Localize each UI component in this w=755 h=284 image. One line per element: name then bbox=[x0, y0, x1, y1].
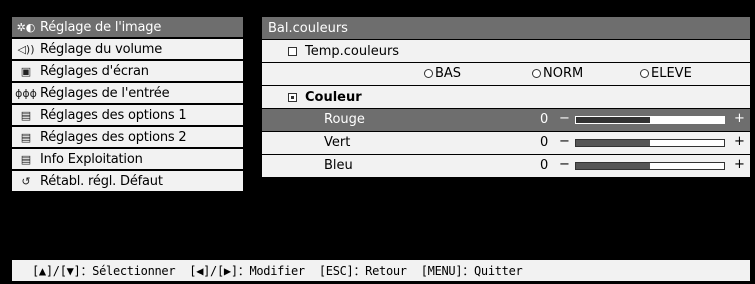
radio-icon bbox=[424, 69, 433, 78]
radio-icon bbox=[532, 69, 541, 78]
radio-option-label: BAS bbox=[435, 66, 462, 81]
options-icon: ▤ bbox=[20, 130, 32, 144]
hint-modify: [◀]/[▶]：Modifier bbox=[189, 264, 305, 278]
slider-row-bleu[interactable]: Bleu 0 − + bbox=[262, 155, 750, 177]
menu-item-input[interactable]: ɸɸɸ Réglages de l'entrée bbox=[12, 83, 243, 103]
color-balance-panel: Bal.couleurs Temp.couleurs BAS NORM ELEV… bbox=[262, 17, 750, 178]
menu-item-reset-defaults[interactable]: ↺ Rétabl. régl. Défaut bbox=[12, 171, 243, 191]
hint-select: [▲]/[▼]：Sélectionner bbox=[32, 264, 176, 278]
input-connectors-icon: ɸɸɸ bbox=[15, 86, 37, 100]
projector-osd-menu: ✲◐ Réglage de l'image ◁)) Réglage du vol… bbox=[0, 0, 755, 284]
menu-item-label: Réglage de l'image bbox=[40, 19, 162, 35]
menu-item-label: Réglages des options 2 bbox=[40, 129, 187, 145]
info-icon: ▤ bbox=[20, 152, 32, 166]
slider-label: Vert bbox=[324, 135, 351, 150]
radio-option-norm[interactable]: NORM bbox=[532, 66, 583, 81]
plus-icon[interactable]: + bbox=[734, 111, 745, 126]
plus-icon[interactable]: + bbox=[734, 157, 745, 172]
slider-label: Bleu bbox=[324, 158, 353, 173]
panel-title: Bal.couleurs bbox=[262, 17, 750, 39]
slider-row-rouge[interactable]: Rouge 0 − + bbox=[262, 109, 750, 131]
radio-option-label: ELEVE bbox=[651, 66, 692, 81]
menu-item-options-1[interactable]: ▤ Réglages des options 1 bbox=[12, 105, 243, 125]
checkbox-checked-icon[interactable] bbox=[288, 92, 297, 102]
slider-fill bbox=[576, 163, 650, 169]
couleur-label: Couleur bbox=[305, 89, 362, 105]
menu-item-options-2[interactable]: ▤ Réglages des options 2 bbox=[12, 127, 243, 147]
reset-icon: ↺ bbox=[21, 174, 31, 188]
main-menu: ✲◐ Réglage de l'image ◁)) Réglage du vol… bbox=[12, 17, 243, 193]
color-temp-label: Temp.couleurs bbox=[305, 43, 400, 59]
key-hint-bar: [▲]/[▼]：Sélectionner [◀]/[▶]：Modifier [E… bbox=[12, 260, 750, 281]
hint-quit: [MENU]：Quitter bbox=[420, 264, 523, 278]
hint-back: [ESC]：Retour bbox=[318, 264, 407, 278]
slider-track[interactable] bbox=[575, 116, 725, 124]
menu-item-label: Info Exploitation bbox=[40, 151, 143, 167]
image-adjust-icon: ✲◐ bbox=[16, 20, 36, 34]
radio-option-eleve[interactable]: ELEVE bbox=[640, 66, 692, 81]
menu-item-label: Réglages d'écran bbox=[40, 63, 149, 79]
plus-icon[interactable]: + bbox=[734, 134, 745, 149]
color-temp-toggle[interactable]: Temp.couleurs bbox=[262, 40, 750, 62]
options-icon: ▤ bbox=[20, 108, 32, 122]
menu-item-image-adjust[interactable]: ✲◐ Réglage de l'image bbox=[12, 17, 243, 37]
slider-track[interactable] bbox=[575, 162, 725, 170]
radio-option-bas[interactable]: BAS bbox=[424, 66, 461, 81]
menu-item-label: Réglages de l'entrée bbox=[40, 85, 170, 101]
speaker-icon: ◁)) bbox=[17, 42, 35, 56]
checkbox-icon[interactable] bbox=[288, 46, 297, 56]
slider-value: 0 bbox=[540, 158, 549, 173]
radio-option-label: NORM bbox=[543, 66, 584, 81]
color-temp-options-row: BAS NORM ELEVE bbox=[262, 63, 750, 85]
menu-item-screen[interactable]: ▣ Réglages d'écran bbox=[12, 61, 243, 81]
slider-label: Rouge bbox=[324, 112, 365, 127]
menu-item-label: Réglages des options 1 bbox=[40, 107, 187, 123]
slider-track[interactable] bbox=[575, 139, 725, 147]
radio-icon bbox=[640, 69, 649, 78]
minus-icon[interactable]: − bbox=[559, 134, 570, 149]
couleur-toggle[interactable]: Couleur bbox=[262, 86, 750, 108]
slider-fill bbox=[576, 140, 650, 146]
minus-icon[interactable]: − bbox=[559, 111, 570, 126]
menu-item-label: Réglage du volume bbox=[40, 41, 163, 57]
slider-value: 0 bbox=[540, 135, 549, 150]
minus-icon[interactable]: − bbox=[559, 157, 570, 172]
menu-item-info[interactable]: ▤ Info Exploitation bbox=[12, 149, 243, 169]
slider-row-vert[interactable]: Vert 0 − + bbox=[262, 132, 750, 154]
menu-item-label: Rétabl. régl. Défaut bbox=[40, 173, 163, 189]
slider-value: 0 bbox=[540, 112, 549, 127]
slider-fill bbox=[576, 117, 650, 123]
menu-item-volume[interactable]: ◁)) Réglage du volume bbox=[12, 39, 243, 59]
screen-icon: ▣ bbox=[20, 64, 32, 78]
